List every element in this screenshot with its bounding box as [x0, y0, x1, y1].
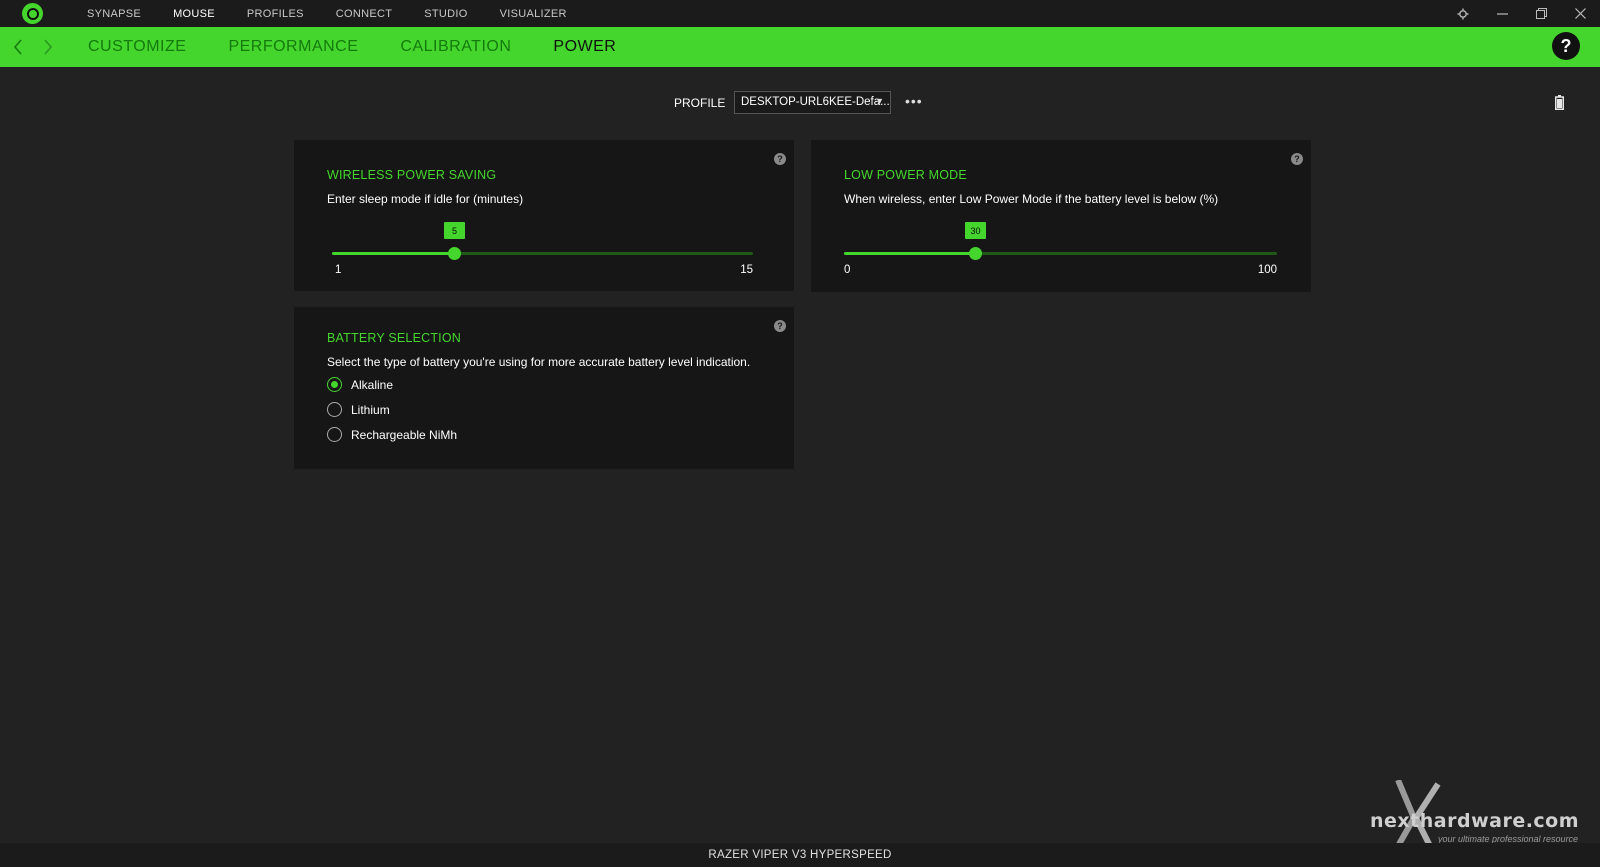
nav-connect[interactable]: CONNECT	[336, 8, 393, 20]
settings-gear-icon[interactable]	[1448, 0, 1478, 27]
help-icon[interactable]: ?	[1291, 153, 1303, 165]
nav-mouse[interactable]: MOUSE	[173, 8, 215, 20]
slider-max-label: 100	[1257, 264, 1277, 276]
slider-value: 5	[444, 222, 465, 239]
tab-performance[interactable]: PERFORMANCE	[228, 38, 358, 56]
slider-thumb[interactable]	[969, 247, 982, 260]
card-description: Select the type of battery you're using …	[327, 355, 751, 369]
restore-icon[interactable]	[1526, 0, 1556, 27]
card-description: Enter sleep mode if idle for (minutes)	[327, 192, 524, 206]
radio-label: Rechargeable NiMh	[351, 427, 458, 442]
top-nav: SYNAPSE MOUSE PROFILES CONNECT STUDIO VI…	[87, 0, 599, 27]
sub-nav-bar: CUSTOMIZE PERFORMANCE CALIBRATION POWER …	[0, 27, 1600, 67]
card-title: BATTERY SELECTION	[327, 331, 461, 345]
card-description: When wireless, enter Low Power Mode if t…	[844, 192, 1219, 206]
card-title: LOW POWER MODE	[844, 168, 967, 182]
forward-arrow-icon[interactable]	[36, 27, 60, 67]
sub-tabs: CUSTOMIZE PERFORMANCE CALIBRATION POWER	[88, 27, 658, 67]
nav-studio[interactable]: STUDIO	[424, 8, 467, 20]
radio-button[interactable]	[327, 427, 342, 442]
profile-dropdown[interactable]: DESKTOP-URL6KEE-Defa... ▼	[734, 91, 891, 114]
battery-icon	[1555, 95, 1564, 110]
radio-label: Lithium	[351, 402, 390, 417]
razer-logo-icon[interactable]	[22, 3, 43, 24]
slider-min-label: 0	[844, 264, 851, 276]
slider-max-label: 15	[740, 264, 753, 276]
tab-calibration[interactable]: CALIBRATION	[400, 38, 511, 56]
low-power-mode-card: ? LOW POWER MODE When wireless, enter Lo…	[811, 140, 1311, 292]
title-bar: SYNAPSE MOUSE PROFILES CONNECT STUDIO VI…	[0, 0, 1600, 27]
nav-visualizer[interactable]: VISUALIZER	[500, 8, 567, 20]
help-icon[interactable]: ?	[774, 320, 786, 332]
radio-lithium[interactable]: Lithium	[327, 402, 390, 417]
battery-selection-card: ? BATTERY SELECTION Select the type of b…	[294, 307, 794, 469]
chevron-down-icon: ▼	[875, 96, 884, 106]
slider-value: 30	[965, 222, 986, 239]
help-icon[interactable]: ?	[774, 153, 786, 165]
low-power-threshold-slider[interactable]: 30 0 100	[844, 222, 1277, 276]
close-icon[interactable]	[1565, 0, 1595, 27]
slider-min-label: 1	[335, 264, 342, 276]
back-arrow-icon[interactable]	[6, 27, 30, 67]
radio-rechargeable-nimh[interactable]: Rechargeable NiMh	[327, 427, 457, 442]
more-options-button[interactable]: •••	[905, 93, 923, 109]
radio-button[interactable]	[327, 402, 342, 417]
radio-label: Alkaline	[351, 377, 394, 392]
device-footer: RAZER VIPER V3 HYPERSPEED	[0, 843, 1600, 867]
nav-profiles[interactable]: PROFILES	[247, 8, 304, 20]
slider-fill	[844, 252, 975, 255]
radio-button-checked[interactable]	[327, 377, 342, 392]
watermark-brand: nexthardware.com	[1370, 810, 1580, 832]
device-name: RAZER VIPER V3 HYPERSPEED	[708, 849, 892, 861]
wireless-power-saving-card: ? WIRELESS POWER SAVING Enter sleep mode…	[294, 140, 794, 291]
card-title: WIRELESS POWER SAVING	[327, 168, 497, 182]
slider-fill	[332, 252, 454, 255]
minimize-icon[interactable]	[1487, 0, 1517, 27]
tab-customize[interactable]: CUSTOMIZE	[88, 38, 186, 56]
nav-synapse[interactable]: SYNAPSE	[87, 8, 141, 20]
tab-power[interactable]: POWER	[553, 38, 616, 56]
slider-thumb[interactable]	[448, 247, 461, 260]
sleep-idle-slider[interactable]: 5 1 15	[332, 222, 753, 276]
radio-alkaline[interactable]: Alkaline	[327, 377, 393, 392]
profile-value: DESKTOP-URL6KEE-Defa...	[741, 96, 890, 108]
profile-label: PROFILE	[674, 96, 726, 110]
help-button[interactable]: ?	[1552, 32, 1580, 60]
